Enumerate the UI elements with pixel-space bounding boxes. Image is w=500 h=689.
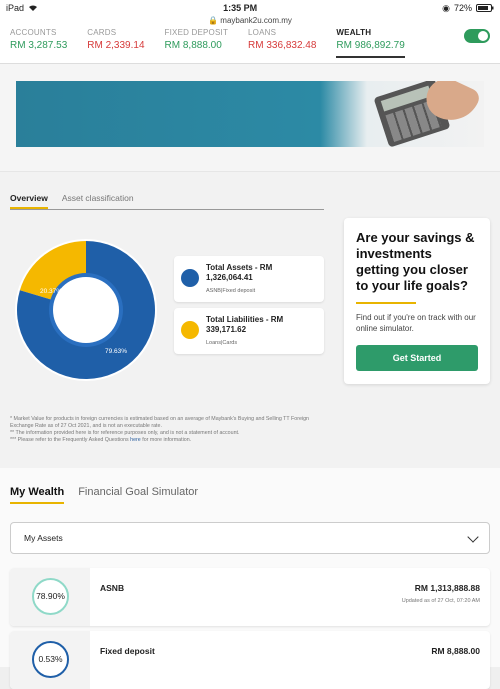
tab-label: CARDS	[87, 28, 117, 37]
rotation-lock-icon: ◉	[442, 2, 450, 13]
visibility-toggle[interactable]	[464, 29, 490, 43]
liabilities-pct-label: 20.37%	[40, 288, 62, 295]
overview-section: Overview Asset classification 20.37% 79.…	[0, 172, 500, 468]
tab-accounts[interactable]: ACCOUNTS RM 3,287.53	[10, 26, 67, 51]
url-bar[interactable]: 🔒 maybank2u.com.my	[0, 16, 500, 26]
asset-amount: RM 1,313,888.88	[414, 583, 480, 593]
tab-label: WEALTH	[336, 28, 372, 37]
lock-icon: 🔒	[208, 16, 219, 25]
tab-my-wealth[interactable]: My Wealth	[10, 486, 65, 504]
overview-tabs: Overview Asset classification	[10, 190, 324, 210]
asset-pct-ring: 78.90%	[32, 578, 69, 615]
battery-icon	[476, 4, 494, 12]
asset-pct-ring: 0.53%	[32, 641, 69, 678]
donut-svg: 20.37% 79.63%	[15, 239, 157, 381]
disclaimer: * Market Value for products in foreign c…	[10, 416, 330, 444]
asset-amount: RM 8,888.00	[431, 646, 480, 656]
faq-link[interactable]: here	[130, 437, 141, 443]
tab-value: RM 336,832.48	[248, 40, 317, 51]
tab-cards[interactable]: CARDS RM 2,339.14	[87, 26, 144, 51]
wifi-icon	[29, 5, 38, 11]
tab-value: RM 8,888.00	[164, 40, 222, 51]
promo-banner-image[interactable]	[16, 81, 484, 147]
wealth-section: My Wealth Financial Goal Simulator My As…	[0, 468, 500, 689]
tab-loans[interactable]: LOANS RM 336,832.48	[248, 26, 316, 51]
disclaimer-line-2: ** The information provided here is for …	[10, 430, 240, 436]
disclaimer-line-3: *** Please refer to the Frequently Asked…	[10, 437, 330, 444]
asset-row-asnb[interactable]: 78.90% ASNB RM 1,313,888.88 Updated as o…	[10, 568, 490, 626]
tab-value: RM 3,287.53	[10, 40, 68, 51]
asset-pct-panel: 0.53%	[10, 631, 90, 689]
wealth-tabs: My Wealth Financial Goal Simulator	[10, 486, 198, 504]
promo-divider	[356, 302, 416, 304]
clock: 1:35 PM	[223, 3, 258, 13]
asset-updated: Updated as of 27 Oct, 07:20 AM	[401, 598, 480, 604]
tab-financial-goal-simulator[interactable]: Financial Goal Simulator	[78, 486, 198, 504]
tab-fixed-deposit[interactable]: FIXED DEPOSIT RM 8,888.00	[165, 26, 229, 51]
assets-select[interactable]: My Assets	[10, 522, 490, 554]
asset-donut-chart: 20.37% 79.63%	[14, 238, 158, 387]
assets-legend-dot	[181, 269, 199, 287]
total-liabilities-title: Total Liabilities - RM 339,171.62	[206, 315, 284, 334]
tab-wealth[interactable]: WEALTH RM 986,892.79	[336, 26, 405, 58]
tab-label: ACCOUNTS	[10, 28, 57, 37]
tab-label: LOANS	[248, 28, 277, 37]
device-label: iPad	[6, 3, 25, 13]
chevron-down-icon	[467, 531, 479, 543]
disclaimer-line-3-end: for more information.	[142, 437, 192, 443]
disclaimer-line-3-text: *** Please refer to the Frequently Asked…	[10, 437, 129, 443]
url-text: maybank2u.com.my	[220, 16, 292, 25]
total-assets-card: Total Assets - RM 1,326,064.41 ASNB|Fixe…	[174, 256, 324, 302]
get-started-button[interactable]: Get Started	[356, 345, 478, 371]
assets-pct-label: 79.63%	[105, 348, 127, 355]
chart-center	[53, 277, 119, 343]
asset-pct-panel: 78.90%	[10, 568, 90, 626]
total-assets-sub: ASNB|Fixed deposit	[206, 288, 256, 294]
disclaimer-line-1: * Market Value for products in foreign c…	[10, 416, 309, 429]
asset-name: ASNB	[100, 583, 125, 593]
asset-row-fixed-deposit[interactable]: 0.53% Fixed deposit RM 8,888.00	[10, 631, 490, 689]
tab-overview[interactable]: Overview	[10, 190, 48, 209]
battery-percent: 72%	[453, 3, 472, 13]
tab-value: RM 2,339.14	[87, 40, 145, 51]
tab-asset-classification[interactable]: Asset classification	[62, 190, 134, 209]
total-liabilities-card: Total Liabilities - RM 339,171.62 Loans|…	[174, 308, 324, 354]
status-bar: iPad 1:35 PM ◉ 72%	[0, 0, 500, 16]
tab-label: FIXED DEPOSIT	[164, 28, 229, 37]
banner-area	[0, 64, 500, 172]
promo-heading: Are your savings & investments getting y…	[356, 230, 475, 293]
account-tabs: ACCOUNTS RM 3,287.53 CARDS RM 2,339.14 F…	[0, 26, 500, 64]
asset-name: Fixed deposit	[100, 646, 155, 656]
goal-promo-card: Are your savings & investments getting y…	[344, 218, 490, 384]
total-liabilities-sub: Loans|Cards	[206, 340, 238, 346]
total-assets-title: Total Assets - RM 1,326,064.41	[206, 263, 273, 282]
tab-value: RM 986,892.79	[336, 40, 405, 51]
assets-select-value: My Assets	[24, 533, 63, 543]
promo-text: Find out if you're on track with our onl…	[356, 313, 476, 333]
liabilities-legend-dot	[181, 321, 199, 339]
